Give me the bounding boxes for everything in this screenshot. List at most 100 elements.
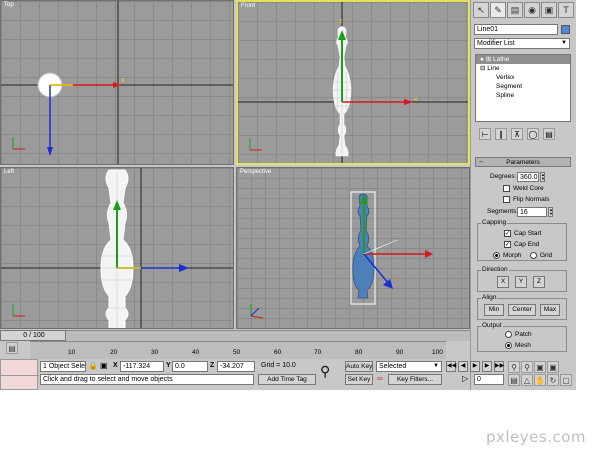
maxscript-listener[interactable] xyxy=(0,359,39,390)
degrees-field[interactable]: 360.0 xyxy=(517,172,539,182)
morph-radio[interactable] xyxy=(493,252,500,259)
stack-item-line[interactable]: ⊟ Line xyxy=(476,64,570,73)
mesh-radio[interactable] xyxy=(505,342,512,349)
maximize-viewport-icon[interactable]: ▢ xyxy=(560,374,572,386)
modify-icon[interactable]: ✎ xyxy=(490,2,506,18)
cap-end-checkbox[interactable]: ✓ xyxy=(504,241,511,248)
left-view-scene xyxy=(1,168,233,328)
pin-stack-icon[interactable]: ⊢ xyxy=(479,128,491,140)
key-filters-button[interactable]: Key Filters... xyxy=(388,374,442,385)
play-icon[interactable]: ▶ xyxy=(470,361,480,372)
output-title: Output xyxy=(481,322,503,330)
collapse-icon[interactable]: ⊟ xyxy=(480,65,485,72)
viewport-perspective-label[interactable]: Perspective xyxy=(240,169,271,175)
expand-icon[interactable]: ⊞ xyxy=(486,56,491,63)
direction-x-button[interactable]: X xyxy=(497,276,509,288)
stack-item-vertex[interactable]: Vertex xyxy=(476,73,570,82)
tick-label: 40 xyxy=(192,349,200,356)
lock-icon[interactable]: 🔒 xyxy=(88,361,98,370)
stack-item-lathe[interactable]: ● ⊞ Lathe xyxy=(476,55,570,64)
modifier-stack: ● ⊞ Lathe ⊟ Line Vertex Segment Spline xyxy=(475,54,571,122)
key-icon[interactable]: ⚲ xyxy=(320,363,330,380)
flip-normals-checkbox[interactable] xyxy=(503,196,510,203)
go-to-start-icon[interactable]: ◀◀ xyxy=(446,361,456,372)
time-configuration-icon[interactable]: ▤ xyxy=(508,374,520,386)
absolute-mode-icon[interactable]: ▣ xyxy=(100,361,108,370)
direction-y-button[interactable]: Y xyxy=(515,276,527,288)
align-center-button[interactable]: Center xyxy=(508,304,536,316)
display-icon[interactable]: ▣ xyxy=(541,2,557,18)
degrees-spinner[interactable]: ▲ ▼ xyxy=(540,172,545,182)
segments-field[interactable]: 16 xyxy=(517,207,547,217)
grid-radio[interactable] xyxy=(530,252,537,259)
stack-item-spline[interactable]: Spline xyxy=(476,91,570,100)
current-frame-field[interactable]: 0 xyxy=(474,374,504,385)
make-unique-icon[interactable]: ⊼ xyxy=(511,128,523,140)
align-min-button[interactable]: Min xyxy=(484,304,504,316)
key-mode-toggle-icon[interactable]: ▷ xyxy=(462,374,468,383)
viewport-perspective[interactable]: Perspective xyxy=(236,167,470,329)
tick-label: 80 xyxy=(355,349,363,356)
zoom-all-icon[interactable]: ⚲ xyxy=(521,361,533,373)
light-bulb-icon[interactable]: ● xyxy=(480,56,484,63)
show-end-result-icon[interactable]: ∥ xyxy=(495,128,507,140)
hierarchy-icon[interactable]: ▤ xyxy=(507,2,523,18)
cap-start-checkbox[interactable]: ✓ xyxy=(504,230,511,237)
viewport-front[interactable]: Front z x xyxy=(236,0,470,165)
viewport-top-label[interactable]: Top xyxy=(4,2,14,8)
capping-title: Capping xyxy=(481,219,508,227)
field-of-view-icon[interactable]: △ xyxy=(521,374,533,386)
y-coord-field[interactable]: 0.0 xyxy=(172,361,208,372)
viewport-front-label[interactable]: Front xyxy=(241,3,255,9)
direction-title: Direction xyxy=(481,266,509,274)
zoom-extents-all-icon[interactable]: ▣ xyxy=(547,361,559,373)
tick-label: 10 xyxy=(68,349,76,356)
key-mode-dropdown[interactable]: Selected ▼ xyxy=(376,361,442,372)
weld-core-checkbox[interactable] xyxy=(503,185,510,192)
remove-modifier-icon[interactable]: ◯ xyxy=(527,128,539,140)
modifier-list-dropdown[interactable]: Modifier List ▼ xyxy=(474,38,570,49)
motion-icon[interactable]: ◉ xyxy=(524,2,540,18)
max-application-window: Top x Front z x Left Perspective ↖ ✎ ▤ ◉… xyxy=(0,0,576,390)
time-slider[interactable]: 0 / 100 xyxy=(0,330,66,341)
utilities-icon[interactable]: T xyxy=(558,2,574,18)
configure-sets-icon[interactable]: ▤ xyxy=(543,128,555,140)
next-frame-icon[interactable]: ▶ xyxy=(482,361,492,372)
add-time-tag-button[interactable]: Add Time Tag xyxy=(258,374,316,385)
parameters-rollout-header[interactable]: − Parameters xyxy=(475,157,571,167)
front-view-scene xyxy=(238,2,468,163)
viewport-top[interactable]: Top x xyxy=(0,0,234,165)
command-panel-tabs: ↖ ✎ ▤ ◉ ▣ T xyxy=(473,2,575,18)
flip-normals-label: Flip Normals xyxy=(513,196,550,203)
create-cursor-icon[interactable]: ↖ xyxy=(473,2,489,18)
weld-core-label: Weld Core xyxy=(513,185,544,192)
auto-key-button[interactable]: Auto Key xyxy=(345,361,373,372)
stack-item-segment[interactable]: Segment xyxy=(476,82,570,91)
segments-spinner[interactable]: ▲ ▼ xyxy=(548,207,553,217)
stack-item-label: Line xyxy=(487,65,500,72)
patch-radio[interactable] xyxy=(505,331,512,338)
zoom-extents-icon[interactable]: ▣ xyxy=(534,361,546,373)
x-coord-field[interactable]: -117.324 xyxy=(120,361,164,372)
default-in-out-icon[interactable]: ∞ xyxy=(377,374,383,383)
object-name-field[interactable]: Line01 xyxy=(474,24,558,35)
direction-z-button[interactable]: Z xyxy=(533,276,545,288)
track-bar[interactable] xyxy=(0,330,470,341)
z-coord-field[interactable]: -34.207 xyxy=(217,361,255,372)
align-max-button[interactable]: Max xyxy=(540,304,560,316)
mini-curve-editor-icon[interactable]: ▤ xyxy=(6,342,18,354)
pan-icon[interactable]: ✋ xyxy=(534,374,546,386)
set-key-button[interactable]: Set Key xyxy=(345,374,373,385)
grid-label: Grid xyxy=(540,252,553,259)
zoom-icon[interactable]: ⚲ xyxy=(508,361,520,373)
orbit-icon[interactable]: ↻ xyxy=(547,374,559,386)
go-to-end-icon[interactable]: ▶▶ xyxy=(494,361,504,372)
grid-size-field: Grid = 10.0 xyxy=(259,361,315,372)
viewport-left-label[interactable]: Left xyxy=(4,169,14,175)
time-slider-label: 0 / 100 xyxy=(23,332,45,339)
degrees-label: Degrees: xyxy=(490,173,517,180)
object-color-swatch[interactable] xyxy=(561,25,570,34)
viewport-left[interactable]: Left xyxy=(0,167,234,329)
previous-frame-icon[interactable]: ◀ xyxy=(458,361,468,372)
watermark: pxleyes.com xyxy=(486,428,587,446)
